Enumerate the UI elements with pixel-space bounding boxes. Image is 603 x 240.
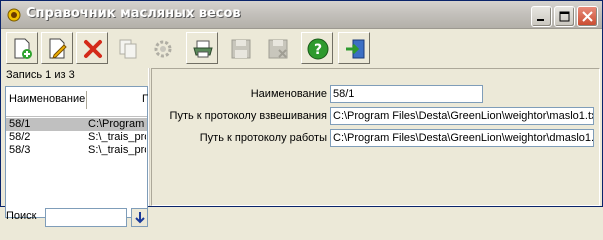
form-row-weigh-protocol: Путь к протоколу взвешивания C:\Program … — [152, 107, 601, 127]
red-x-icon — [84, 40, 102, 58]
name-field[interactable]: 58/1 — [330, 85, 483, 103]
toolbar: ? — [4, 31, 600, 67]
panel-splitter[interactable] — [148, 68, 150, 206]
row-path: S:\_trais_pro — [88, 144, 146, 156]
column-header-name[interactable]: Наименование — [9, 93, 87, 107]
row-path: C:\Program — [88, 118, 145, 130]
svg-text:?: ? — [314, 42, 322, 58]
weigh-protocol-field[interactable]: C:\Program Files\Desta\GreenLion\weighto… — [330, 107, 594, 125]
floppy-close-icon — [268, 39, 288, 59]
work-protocol-label: Путь к протоколу работы — [199, 132, 327, 144]
sun-icon — [7, 8, 21, 22]
row-name: 58/2 — [9, 131, 31, 143]
window-title: Справочник масляных весов — [26, 6, 241, 21]
app-window: Справочник масляных весов ? Запись 1 из … — [0, 0, 603, 227]
copy-icon — [119, 39, 137, 59]
form-row-name: Наименование 58/1 — [152, 85, 601, 105]
copy-button[interactable] — [111, 32, 143, 64]
search-input[interactable] — [45, 208, 127, 227]
title-bar[interactable]: Справочник масляных весов — [1, 1, 602, 29]
add-button[interactable] — [6, 32, 38, 64]
floppy-icon — [231, 39, 251, 59]
settings-button[interactable] — [146, 32, 178, 64]
gear-icon — [154, 40, 172, 58]
work-protocol-field[interactable]: C:\Program Files\Desta\GreenLion\weighto… — [330, 129, 594, 147]
list-row[interactable]: 58/1 C:\Program — [6, 118, 147, 131]
edit-button[interactable] — [41, 32, 73, 64]
form-row-work-protocol: Путь к протоколу работы C:\Program Files… — [152, 129, 601, 149]
help-button[interactable]: ? — [301, 32, 333, 64]
weigh-protocol-label: Путь к протоколу взвешивания — [169, 110, 327, 122]
add-document-icon — [14, 38, 32, 59]
maximize-button[interactable] — [554, 6, 575, 27]
name-label: Наименование — [250, 88, 327, 100]
edit-pencil-icon — [49, 38, 67, 59]
list-row[interactable]: 58/3 S:\_trais_pro — [6, 144, 147, 157]
list-header: Наименование П — [6, 87, 150, 117]
print-button[interactable] — [186, 32, 218, 64]
search-button[interactable] — [131, 208, 148, 227]
row-path: S:\_trais_pro — [88, 131, 146, 143]
row-name: 58/1 — [9, 118, 31, 130]
record-counter: Запись 1 из 3 — [6, 69, 75, 81]
column-separator[interactable] — [86, 91, 87, 109]
close-button[interactable] — [577, 6, 598, 27]
row-name: 58/3 — [9, 144, 31, 156]
search-label: Поиск — [6, 210, 37, 222]
record-list[interactable]: Наименование П 58/1 C:\Program 58/2 S:\_… — [5, 86, 150, 218]
exit-button[interactable] — [338, 32, 370, 64]
delete-button[interactable] — [76, 32, 108, 64]
exit-door-icon — [346, 39, 365, 59]
arrow-down-icon — [135, 212, 145, 224]
help-icon: ? — [307, 38, 329, 60]
save-button[interactable] — [224, 32, 256, 64]
list-row[interactable]: 58/2 S:\_trais_pro — [6, 131, 147, 144]
minimize-button[interactable] — [531, 6, 552, 27]
record-list-panel: Запись 1 из 3 Наименование П 58/1 C:\Pro… — [3, 68, 150, 227]
save-close-button[interactable] — [261, 32, 293, 64]
printer-icon — [193, 40, 213, 58]
detail-form: Наименование 58/1 Путь к протоколу взвеш… — [151, 68, 600, 206]
